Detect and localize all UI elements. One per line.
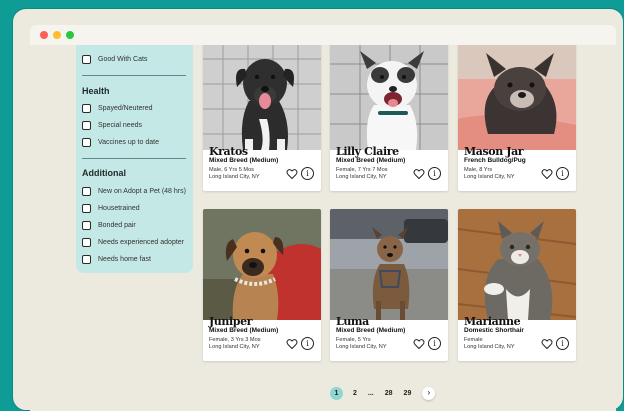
pet-age: Female, 7 Yrs 7 Mos [336, 167, 388, 173]
pet-card-juniper[interactable]: Juniper Mixed Breed (Medium) Female, 3 Y… [203, 209, 321, 361]
info-icon[interactable]: i [428, 337, 441, 350]
filter-good-with-cats[interactable]: Good With Cats [82, 53, 147, 65]
filter-needs-home-fast[interactable]: Needs home fast [82, 253, 151, 265]
pet-card-kratos[interactable]: Kratos Mixed Breed (Medium) Male, 6 Yrs … [203, 45, 321, 191]
checkbox[interactable] [82, 54, 91, 64]
filter-spayed-neutered[interactable]: Spayed/Neutered [82, 102, 152, 114]
pet-breed: Domestic Shorthair [464, 327, 524, 334]
checkbox[interactable] [82, 203, 91, 213]
pet-photo[interactable] [458, 45, 576, 150]
section-title-additional: Additional [82, 168, 126, 178]
pet-breed: Mixed Breed (Medium) [336, 327, 406, 334]
pet-photo[interactable] [330, 209, 448, 320]
filter-label: Needs home fast [98, 255, 151, 263]
heart-icon[interactable] [541, 168, 553, 180]
pet-location: Long Island City, NY [336, 343, 387, 350]
info-icon[interactable]: i [556, 167, 569, 180]
filter-new-on-adopt-a-pet[interactable]: New on Adopt a Pet (48 hrs) [82, 185, 186, 197]
pet-card-lilly-claire[interactable]: Lilly Claire Mixed Breed (Medium) Female… [330, 45, 448, 191]
filter-sidebar: Good With Cats Health Spayed/Neutered Sp… [76, 45, 193, 273]
pet-details: Female Long Island City, NY [464, 337, 515, 350]
filter-housetrained[interactable]: Housetrained [82, 202, 140, 214]
minimize-window-icon[interactable] [53, 31, 61, 39]
pet-breed: Mixed Breed (Medium) [336, 157, 406, 164]
chevron-right-icon[interactable]: › [422, 386, 436, 400]
pet-location: Long Island City, NY [209, 173, 260, 180]
filter-label: Housetrained [98, 204, 140, 212]
pet-card-luma[interactable]: Luma Mixed Breed (Medium) Female, 5 Yrs … [330, 209, 448, 361]
filter-label: Spayed/Neutered [98, 104, 153, 112]
checkbox[interactable] [82, 220, 91, 230]
pet-location: Long Island City, NY [464, 343, 515, 350]
pet-details: Male, 8 Yrs Long Island City, NY [464, 167, 515, 180]
pet-breed: French Bulldog/Pug [464, 157, 526, 164]
filter-bonded-pair[interactable]: Bonded pair [82, 219, 136, 231]
page-1-button[interactable]: 1 [330, 386, 343, 400]
divider [82, 75, 186, 76]
pet-card-mason-jar[interactable]: Mason Jar French Bulldog/Pug Male, 8 Yrs… [458, 45, 576, 191]
pet-details: Female, 3 Yrs 3 Mos Long Island City, NY [209, 337, 261, 350]
browser-content: Good With Cats Health Spayed/Neutered Sp… [30, 45, 616, 411]
page-ellipsis: ... [367, 389, 374, 397]
pet-age: Male, 6 Yrs 5 Mos [209, 167, 254, 173]
info-icon[interactable]: i [428, 167, 441, 180]
info-icon[interactable]: i [301, 337, 314, 350]
filter-label: Special needs [98, 121, 142, 129]
filter-label: Vaccines up to date [98, 138, 159, 146]
info-icon[interactable]: i [556, 337, 569, 350]
filter-needs-experienced-adopter[interactable]: Needs experienced adopter [82, 236, 184, 248]
pet-details: Female, 7 Yrs 7 Mos Long Island City, NY [336, 167, 388, 180]
pet-breed: Mixed Breed (Medium) [209, 157, 279, 164]
divider [82, 158, 186, 159]
checkbox[interactable] [82, 137, 91, 147]
page-29-button[interactable]: 29 [404, 390, 412, 397]
page-2-button[interactable]: 2 [353, 390, 357, 397]
info-icon[interactable]: i [301, 167, 314, 180]
heart-icon[interactable] [286, 168, 298, 180]
checkbox[interactable] [82, 186, 91, 196]
filter-label: Bonded pair [98, 221, 136, 229]
page-28-button[interactable]: 28 [385, 390, 393, 397]
pet-details: Female, 5 Yrs Long Island City, NY [336, 337, 387, 350]
browser-titlebar [30, 25, 616, 45]
pet-photo[interactable] [330, 45, 448, 150]
pet-location: Long Island City, NY [464, 173, 515, 180]
checkbox[interactable] [82, 120, 91, 130]
filter-label: Good With Cats [98, 55, 148, 63]
pet-photo[interactable] [203, 209, 321, 320]
pet-photo[interactable] [458, 209, 576, 320]
pet-photo[interactable] [203, 45, 321, 150]
pet-location: Long Island City, NY [209, 343, 260, 350]
heart-icon[interactable] [286, 338, 298, 350]
section-title-health: Health [82, 86, 110, 96]
checkbox[interactable] [82, 237, 91, 247]
filter-label: New on Adopt a Pet (48 hrs) [98, 187, 186, 195]
checkbox[interactable] [82, 254, 91, 264]
heart-icon[interactable] [413, 338, 425, 350]
pet-card-marianne[interactable]: Marianne Domestic Shorthair Female Long … [458, 209, 576, 361]
pet-breed: Mixed Breed (Medium) [209, 327, 279, 334]
pet-location: Long Island City, NY [336, 173, 387, 180]
close-window-icon[interactable] [40, 31, 48, 39]
heart-icon[interactable] [541, 338, 553, 350]
pet-age: Female, 3 Yrs 3 Mos [209, 337, 261, 343]
pet-details: Male, 6 Yrs 5 Mos Long Island City, NY [209, 167, 260, 180]
filter-label: Needs experienced adopter [98, 238, 185, 246]
filter-special-needs[interactable]: Special needs [82, 119, 142, 131]
checkbox[interactable] [82, 103, 91, 113]
heart-icon[interactable] [413, 168, 425, 180]
filter-vaccines[interactable]: Vaccines up to date [82, 136, 159, 148]
pagination: 1 2 ... 28 29 › [330, 385, 436, 401]
maximize-window-icon[interactable] [66, 31, 74, 39]
